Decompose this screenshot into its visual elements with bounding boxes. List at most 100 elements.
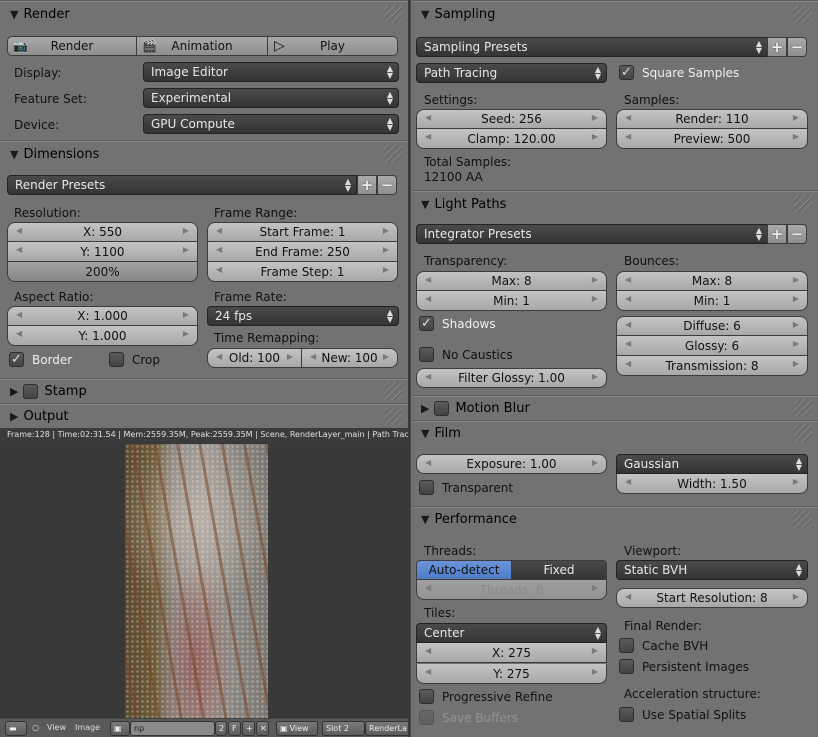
panel-drag-grip-icon[interactable] <box>794 424 812 442</box>
dimensions-panel-header[interactable]: ▼ Dimensions <box>0 141 408 167</box>
square-samples-checkbox[interactable]: ✓ Square Samples <box>619 65 739 80</box>
tile-y-field[interactable]: ◀ Y: 275 ▶ <box>416 664 607 684</box>
updown-arrows-icon: ▲ ▼ <box>386 308 393 324</box>
new-image-button[interactable]: + <box>242 721 255 736</box>
render-presets-select[interactable]: Render Presets ▲ ▼ <box>7 175 357 195</box>
users-count[interactable]: 2 <box>215 721 227 736</box>
aspect-x-field[interactable]: ◀ X: 1.000 ▶ <box>7 306 198 326</box>
sampling-panel-header[interactable]: ▼ Sampling <box>411 1 818 27</box>
slot-select[interactable]: Slot 2 <box>322 721 365 736</box>
resolution-x-field[interactable]: ◀ X: 550 ▶ <box>7 222 198 242</box>
transparency-max-field[interactable]: ◀ Max: 8 ▶ <box>416 271 607 291</box>
image-menu[interactable]: Image <box>75 723 100 732</box>
tile-order-select[interactable]: Center ▲ ▼ <box>416 623 607 643</box>
light-paths-panel-header[interactable]: ▼ Light Paths <box>411 191 818 217</box>
play-button[interactable]: ▷ Play <box>267 36 398 56</box>
feature-set-select[interactable]: Experimental ▲ ▼ <box>143 88 399 108</box>
cache-bvh-checkbox[interactable]: Cache BVH <box>619 638 708 653</box>
panel-drag-grip-icon[interactable] <box>794 195 812 213</box>
sampling-presets-select[interactable]: Sampling Presets ▲ ▼ <box>416 37 768 57</box>
panel-drag-grip-icon[interactable] <box>794 5 812 23</box>
display-select[interactable]: Image Editor ▲ ▼ <box>143 62 399 82</box>
remove-preset-button[interactable]: − <box>377 175 397 195</box>
resolution-y-field[interactable]: ◀ Y: 1100 ▶ <box>7 242 198 262</box>
diffuse-bounces-field[interactable]: ◀ Diffuse: 6 ▶ <box>616 316 808 336</box>
panel-drag-grip-icon[interactable] <box>384 5 402 23</box>
motion-blur-panel-header[interactable]: ▶ Motion Blur <box>411 396 818 420</box>
bounces-max-field[interactable]: ◀ Max: 8 ▶ <box>616 271 808 291</box>
add-preset-button[interactable]: + <box>767 37 787 57</box>
remove-preset-button[interactable]: − <box>787 37 807 57</box>
samples-label: Samples: <box>624 93 680 107</box>
seed-field[interactable]: ◀ Seed: 256 ▶ <box>416 109 607 129</box>
border-checkbox[interactable]: ✓ Border <box>9 352 72 367</box>
menu-toggle-icon[interactable]: ○ <box>32 723 39 732</box>
time-remap-new-field[interactable]: ◀ New: 100 ▶ <box>301 348 398 368</box>
view-mode-select[interactable]: ▣ View <box>276 721 318 736</box>
image-name-field[interactable]: np <box>130 721 215 736</box>
motion-blur-checkbox[interactable] <box>434 400 450 416</box>
transparent-checkbox[interactable]: Transparent <box>419 480 513 495</box>
threads-count-field[interactable]: ◀ Threads: 8 ▶ <box>416 580 607 600</box>
persistent-images-checkbox[interactable]: Persistent Images <box>619 659 749 674</box>
glossy-bounces-field[interactable]: ◀ Glossy: 6 ▶ <box>616 336 808 356</box>
render-button[interactable]: 📷 Render <box>7 36 137 56</box>
resolution-percentage-slider[interactable]: 200% <box>7 262 198 282</box>
fake-user-button[interactable]: F <box>228 721 241 736</box>
remove-preset-button[interactable]: − <box>787 224 807 244</box>
viewport-bvh-select[interactable]: Static BVH ▲ ▼ <box>616 560 808 580</box>
performance-panel-header[interactable]: ▼ Performance <box>411 507 818 531</box>
threads-fixed-button[interactable]: Fixed <box>511 560 607 580</box>
clamp-field[interactable]: ◀ Clamp: 120.00 ▶ <box>416 129 607 149</box>
render-result-image[interactable] <box>125 444 268 719</box>
preview-samples-field[interactable]: ◀ Preview: 500 ▶ <box>616 129 808 149</box>
tile-x-field[interactable]: ◀ X: 275 ▶ <box>416 643 607 663</box>
end-frame-field[interactable]: ◀ End Frame: 250 ▶ <box>207 242 398 262</box>
stamp-checkbox[interactable] <box>23 383 39 399</box>
filter-glossy-field[interactable]: ◀ Filter Glossy: 1.00 ▶ <box>416 368 607 388</box>
panel-drag-grip-icon[interactable] <box>794 399 812 417</box>
progressive-refine-checkbox[interactable]: Progressive Refine <box>419 689 553 704</box>
frame-step-field[interactable]: ◀ Frame Step: 1 ▶ <box>207 262 398 282</box>
animation-button[interactable]: 🎬 Animation <box>136 36 268 56</box>
integrator-select[interactable]: Path Tracing ▲ ▼ <box>416 63 607 83</box>
exposure-field[interactable]: ◀ Exposure: 1.00 ▶ <box>416 454 607 474</box>
time-remap-old-field[interactable]: ◀ Old: 100 ▶ <box>207 348 302 368</box>
integrator-presets-select[interactable]: Integrator Presets ▲ ▼ <box>416 224 768 244</box>
bounces-max-value: Max: 8 <box>691 274 733 288</box>
threads-auto-detect-button[interactable]: Auto-detect <box>416 560 512 580</box>
transmission-bounces-field[interactable]: ◀ Transmission: 8 ▶ <box>616 356 808 376</box>
add-preset-button[interactable]: + <box>357 175 377 195</box>
start-frame-field[interactable]: ◀ Start Frame: 1 ▶ <box>207 222 398 242</box>
bounces-min-field[interactable]: ◀ Min: 1 ▶ <box>616 291 808 311</box>
editor-type-button[interactable]: ▬ <box>5 721 27 736</box>
add-preset-button[interactable]: + <box>767 224 787 244</box>
render-samples-field[interactable]: ◀ Render: 110 ▶ <box>616 109 808 129</box>
film-panel-header[interactable]: ▼ Film <box>411 421 818 445</box>
panel-drag-grip-icon[interactable] <box>384 382 402 400</box>
start-resolution-field[interactable]: ◀ Start Resolution: 8 ▶ <box>616 588 808 608</box>
save-buffers-checkbox[interactable]: Save Buffers <box>419 710 518 725</box>
filter-type-select[interactable]: Gaussian ▲ ▼ <box>616 454 808 474</box>
panel-drag-grip-icon[interactable] <box>384 145 402 163</box>
panel-drag-grip-icon[interactable] <box>794 510 812 528</box>
view-menu[interactable]: View <box>47 723 66 732</box>
shadows-checkbox[interactable]: ✓ Shadows <box>419 316 496 331</box>
output-panel-header[interactable]: ▶ Output <box>0 404 408 428</box>
no-caustics-checkbox[interactable]: No Caustics <box>419 347 513 362</box>
image-browse-button[interactable]: ▣ <box>110 721 130 736</box>
panel-title: Output <box>23 408 69 424</box>
transparency-min-field[interactable]: ◀ Min: 1 ▶ <box>416 291 607 311</box>
frame-rate-select[interactable]: 24 fps ▲ ▼ <box>207 306 399 326</box>
stamp-panel-header[interactable]: ▶ Stamp <box>0 379 408 403</box>
bounces-min-value: Min: 1 <box>693 293 731 308</box>
filter-width-field[interactable]: ◀ Width: 1.50 ▶ <box>616 474 808 494</box>
device-select[interactable]: GPU Compute ▲ ▼ <box>143 114 399 134</box>
render-panel-header[interactable]: ▼ Render <box>0 1 408 27</box>
aspect-y-field[interactable]: ◀ Y: 1.000 ▶ <box>7 326 198 346</box>
crop-checkbox[interactable]: Crop <box>109 352 160 367</box>
panel-drag-grip-icon[interactable] <box>384 407 402 425</box>
unlink-image-button[interactable]: ✕ <box>256 721 269 736</box>
spatial-splits-checkbox[interactable]: Use Spatial Splits <box>619 707 746 722</box>
view-icon: ▣ <box>280 724 288 733</box>
